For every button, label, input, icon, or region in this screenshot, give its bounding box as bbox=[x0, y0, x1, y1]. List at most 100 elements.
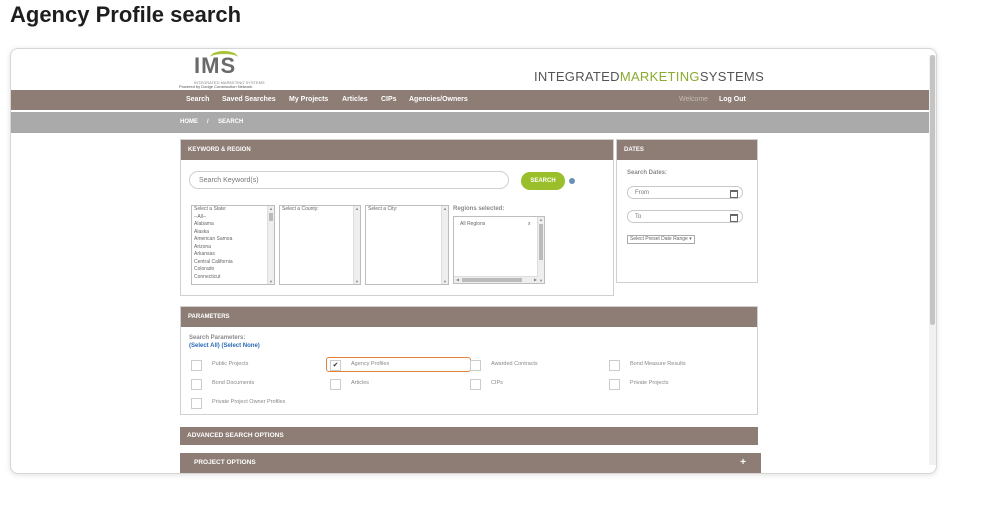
dates-title: DATES bbox=[617, 140, 757, 160]
param-label: CIPs bbox=[491, 380, 503, 386]
brand-mid: MARKETING bbox=[619, 69, 700, 84]
region-remove-icon[interactable]: x bbox=[528, 221, 531, 229]
state-select[interactable]: Select a State: --All-- Alabama Alaska A… bbox=[191, 205, 275, 285]
breadcrumb: HOME / SEARCH bbox=[11, 112, 929, 133]
scroll-right-icon[interactable]: ▶ bbox=[534, 277, 537, 283]
select-links: (Select All) (Select None) bbox=[189, 343, 260, 349]
scroll-up-icon[interactable]: ▲ bbox=[269, 206, 273, 211]
keyword-region-title: KEYWORD & REGION bbox=[181, 140, 613, 160]
calendar-icon[interactable] bbox=[730, 214, 738, 222]
scroll-thumb[interactable] bbox=[539, 224, 543, 260]
project-options-toggle[interactable]: PROJECT OPTIONS + bbox=[180, 453, 761, 473]
nav-search[interactable]: Search bbox=[186, 96, 209, 103]
breadcrumb-separator: / bbox=[207, 119, 209, 125]
regions-scrollbar[interactable]: ▲ ▼ bbox=[537, 217, 544, 283]
nav-my-projects[interactable]: My Projects bbox=[289, 96, 328, 103]
parameters-panel: PARAMETERS Search Parameters: (Select Al… bbox=[180, 306, 758, 415]
county-scrollbar[interactable]: ▲ ▼ bbox=[353, 206, 360, 284]
advanced-search-options-toggle[interactable]: ADVANCED SEARCH OPTIONS bbox=[180, 427, 758, 445]
preset-date-range-select[interactable]: Select Preset Date Range ▾ bbox=[627, 235, 695, 244]
state-option[interactable]: Colorado bbox=[192, 266, 274, 274]
param-label: Public Projects bbox=[212, 361, 249, 367]
checkbox[interactable] bbox=[609, 379, 620, 390]
parameters-title: PARAMETERS bbox=[181, 307, 757, 327]
highlight-box bbox=[326, 357, 471, 372]
ims-logo[interactable]: IMS bbox=[194, 51, 238, 79]
help-icon[interactable] bbox=[569, 178, 575, 184]
select-all-link[interactable]: (Select All) bbox=[189, 343, 220, 349]
checkbox[interactable] bbox=[609, 360, 620, 371]
param-label: Bond Measure Results bbox=[630, 361, 686, 367]
nav-welcome: Welcome bbox=[679, 96, 709, 103]
param-label: Awarded Contracts bbox=[491, 361, 538, 367]
page-scrollbar[interactable] bbox=[929, 55, 936, 465]
city-select[interactable]: Select a City: ▲ ▼ bbox=[365, 205, 449, 285]
state-option[interactable]: Arizona bbox=[192, 244, 274, 252]
advanced-title: ADVANCED SEARCH OPTIONS bbox=[187, 432, 284, 439]
regions-selected-list[interactable]: All Regions x ▲ ▼ ◀ ▶ bbox=[453, 216, 545, 284]
scroll-thumb[interactable] bbox=[462, 278, 522, 282]
brand-left: INTEGRATED bbox=[534, 69, 620, 84]
dates-panel: DATES Search Dates: From To Select Prese… bbox=[616, 139, 758, 283]
checkbox[interactable] bbox=[470, 379, 481, 390]
brand-right: SYSTEMS bbox=[699, 69, 765, 84]
chevron-down-icon: ▾ bbox=[689, 236, 692, 242]
doc-title: Agency Profile search bbox=[10, 2, 242, 27]
checkbox[interactable] bbox=[191, 398, 202, 409]
project-options-title: PROJECT OPTIONS bbox=[194, 459, 256, 466]
select-none-link[interactable]: (Select None) bbox=[221, 343, 259, 349]
state-option[interactable]: American Samoa bbox=[192, 236, 274, 244]
scroll-thumb[interactable] bbox=[930, 55, 935, 325]
state-option[interactable]: Arkansas bbox=[192, 251, 274, 259]
main-nav: Search Saved Searches My Projects Articl… bbox=[11, 90, 929, 110]
scroll-up-icon[interactable]: ▲ bbox=[539, 217, 543, 222]
county-select[interactable]: Select a County: ▲ ▼ bbox=[279, 205, 361, 285]
breadcrumb-home[interactable]: HOME bbox=[180, 119, 198, 125]
scroll-down-icon[interactable]: ▼ bbox=[539, 278, 543, 283]
checkbox-checked[interactable]: ✔ bbox=[330, 360, 341, 371]
regions-hscrollbar[interactable]: ◀ ▶ bbox=[454, 276, 538, 283]
county-label: Select a County: bbox=[282, 206, 319, 212]
scroll-left-icon[interactable]: ◀ bbox=[456, 277, 459, 283]
scroll-thumb[interactable] bbox=[269, 213, 273, 221]
nav-articles[interactable]: Articles bbox=[342, 96, 368, 103]
scroll-up-icon[interactable]: ▲ bbox=[443, 206, 447, 211]
checkbox[interactable] bbox=[330, 379, 341, 390]
state-option[interactable]: Central California bbox=[192, 259, 274, 267]
to-placeholder: To bbox=[635, 214, 642, 220]
search-button[interactable]: SEARCH bbox=[521, 172, 565, 190]
state-option[interactable]: Connecticut bbox=[192, 274, 274, 282]
logout-link[interactable]: Log Out bbox=[719, 96, 746, 103]
from-placeholder: From bbox=[635, 190, 649, 196]
search-dates-label: Search Dates: bbox=[627, 170, 668, 176]
to-date-input[interactable]: To bbox=[627, 210, 743, 223]
scroll-down-icon[interactable]: ▼ bbox=[269, 279, 273, 284]
regions-selected-label: Regions selected: bbox=[453, 206, 505, 212]
checkbox[interactable] bbox=[191, 360, 202, 371]
scroll-up-icon[interactable]: ▲ bbox=[355, 206, 359, 211]
nav-agencies-owners[interactable]: Agencies/Owners bbox=[409, 96, 468, 103]
region-item-label: All Regions bbox=[460, 221, 486, 227]
logo-swoosh-icon bbox=[210, 51, 238, 64]
nav-cips[interactable]: CIPs bbox=[381, 96, 397, 103]
scroll-down-icon[interactable]: ▼ bbox=[443, 279, 447, 284]
region-item[interactable]: All Regions x bbox=[454, 221, 544, 229]
state-option[interactable]: Select a State: bbox=[192, 206, 274, 214]
from-date-input[interactable]: From bbox=[627, 186, 743, 199]
state-scrollbar[interactable]: ▲ ▼ bbox=[267, 206, 274, 284]
state-option[interactable]: Alaska bbox=[192, 229, 274, 237]
city-scrollbar[interactable]: ▲ ▼ bbox=[441, 206, 448, 284]
calendar-icon[interactable] bbox=[730, 190, 738, 198]
state-option[interactable]: Alabama bbox=[192, 221, 274, 229]
brand-title: INTEGRATEDMARKETINGSYSTEMS bbox=[534, 69, 764, 84]
param-label: Articles bbox=[351, 380, 370, 386]
search-parameters-label: Search Parameters: bbox=[189, 335, 246, 341]
checkbox[interactable] bbox=[191, 379, 202, 390]
state-option[interactable]: --All-- bbox=[192, 214, 274, 222]
checkbox[interactable] bbox=[470, 360, 481, 371]
plus-icon[interactable]: + bbox=[740, 453, 746, 473]
scroll-down-icon[interactable]: ▼ bbox=[355, 279, 359, 284]
preset-label: Select Preset Date Range bbox=[630, 236, 688, 242]
search-keyword-input[interactable]: Search Keyword(s) bbox=[189, 171, 509, 189]
nav-saved-searches[interactable]: Saved Searches bbox=[222, 96, 276, 103]
